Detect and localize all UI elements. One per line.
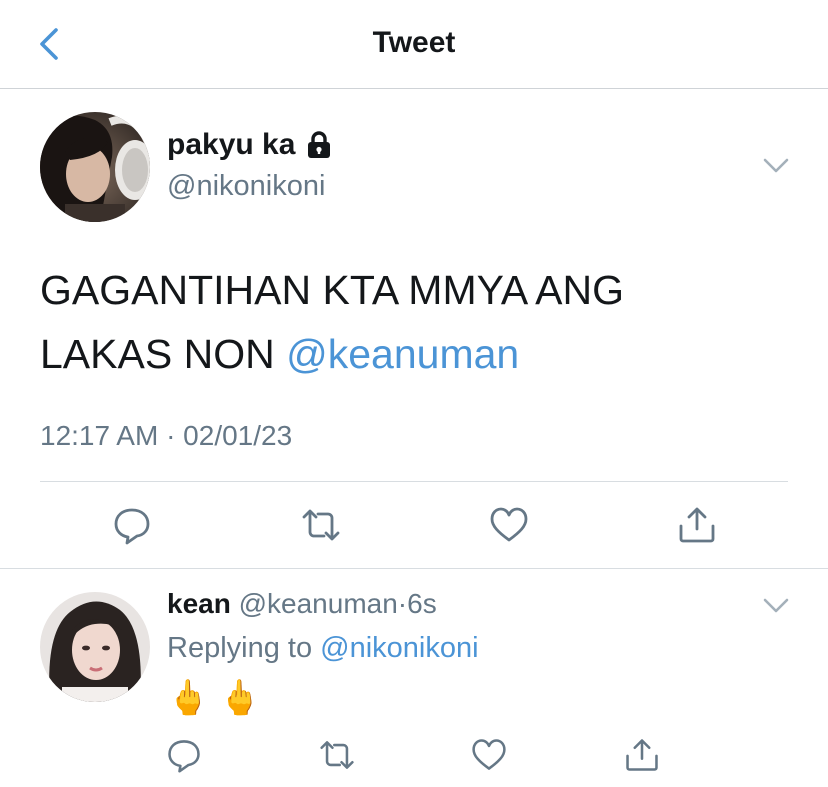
reply-icon xyxy=(114,508,150,545)
retweet-icon xyxy=(320,741,354,769)
retweet-button[interactable] xyxy=(318,736,356,774)
reply-text: 🖕 🖕 xyxy=(167,679,262,717)
chevron-down-icon[interactable] xyxy=(763,598,789,614)
mention-link[interactable]: @keanuman xyxy=(286,331,519,377)
author-avatar[interactable] xyxy=(40,112,150,222)
share-button[interactable] xyxy=(676,504,718,546)
like-icon xyxy=(490,507,528,542)
replying-to: Replying to @nikonikoni xyxy=(167,632,479,665)
avatar-image xyxy=(40,592,150,702)
reply-button[interactable] xyxy=(165,736,203,774)
replying-to-handle[interactable]: @nikonikoni xyxy=(320,632,478,664)
retweet-icon xyxy=(302,509,340,541)
dot-separator: · xyxy=(397,588,408,619)
chevron-down-icon[interactable] xyxy=(763,158,789,174)
retweet-button[interactable] xyxy=(300,504,342,546)
share-icon xyxy=(679,507,715,543)
reply-author-name[interactable]: kean xyxy=(167,588,231,619)
share-icon xyxy=(626,739,658,771)
tweet-timestamp: 12:17 AM · 02/01/23 xyxy=(40,420,293,451)
author-handle[interactable]: @nikonikoni xyxy=(167,170,325,203)
tweet-text: GAGANTIHAN KTA MMYA ANG LAKAS NON @keanu… xyxy=(40,258,760,386)
page-title: Tweet xyxy=(372,26,456,59)
nav-bar: Tweet xyxy=(0,0,828,89)
like-icon xyxy=(472,739,506,770)
avatar-image xyxy=(40,112,150,222)
reply-button[interactable] xyxy=(111,504,153,546)
lock-icon xyxy=(308,131,331,158)
divider xyxy=(0,568,828,569)
like-button[interactable] xyxy=(470,736,508,774)
divider xyxy=(40,481,788,482)
like-button[interactable] xyxy=(488,504,530,546)
author-display-name[interactable]: pakyu ka xyxy=(167,128,295,162)
reply-age: 6s xyxy=(407,588,437,619)
share-button[interactable] xyxy=(623,736,661,774)
reply-author-handle[interactable]: @keanuman xyxy=(239,588,398,619)
author-name-row: pakyu ka xyxy=(167,128,333,162)
reply-icon xyxy=(168,740,200,773)
reply-author-avatar[interactable] xyxy=(40,592,150,702)
reply-header: kean @keanuman·6s xyxy=(167,588,437,620)
replying-to-label: Replying to xyxy=(167,632,313,664)
